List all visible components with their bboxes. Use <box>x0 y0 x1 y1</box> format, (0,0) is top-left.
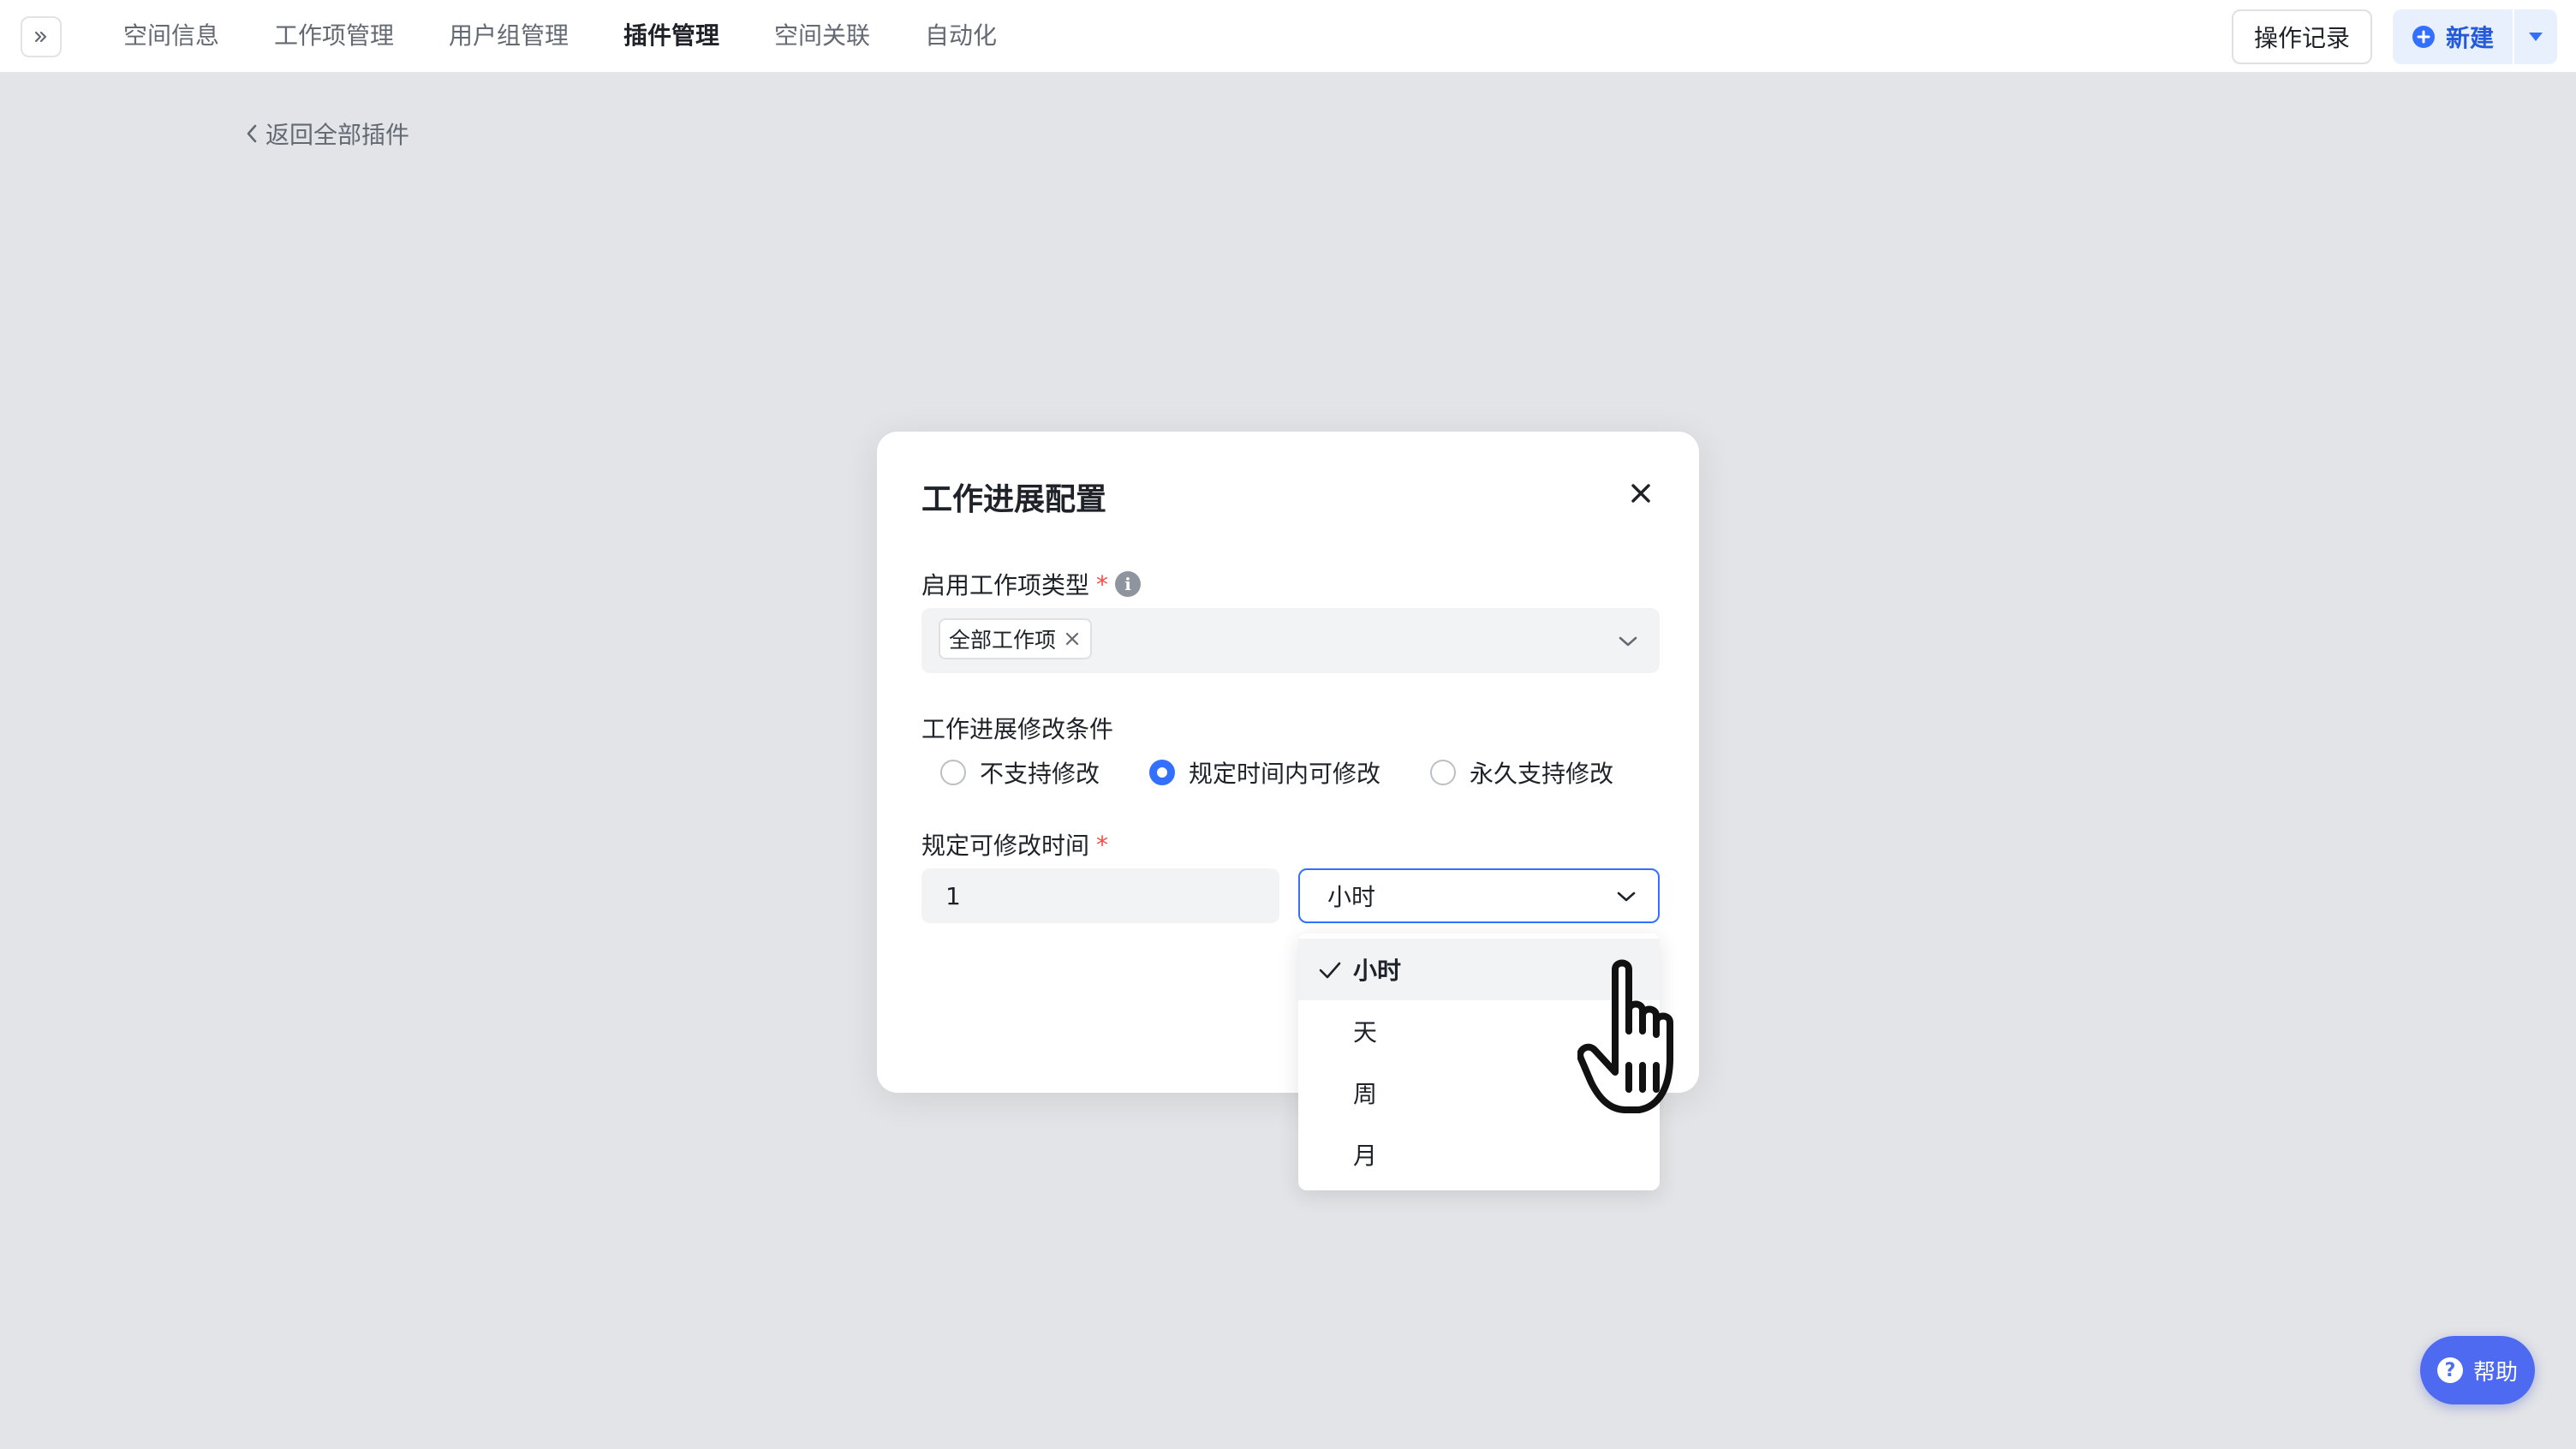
radio-circle-checked <box>1149 760 1175 785</box>
selected-tag: 全部工作项 <box>939 618 1093 659</box>
modify-time-label: 规定可修改时间 * <box>921 827 1108 862</box>
chevron-down-icon <box>1615 886 1637 908</box>
chevron-left-icon <box>247 124 257 143</box>
radio-not-modifiable[interactable]: 不支持修改 <box>940 754 1100 791</box>
plus-circle-icon <box>2412 26 2435 48</box>
modify-time-label-text: 规定可修改时间 <box>921 832 1090 860</box>
modify-condition-radio-group: 不支持修改 规定时间内可修改 永久支持修改 <box>918 754 1672 791</box>
question-icon: ? <box>2436 1357 2463 1383</box>
close-button[interactable] <box>1622 474 1660 512</box>
radio-label: 永久支持修改 <box>1470 760 1614 788</box>
required-mark: * <box>1096 830 1109 859</box>
sidebar-expand-button[interactable] <box>21 16 62 57</box>
double-chevron-right-icon <box>34 31 47 43</box>
new-button-label: 新建 <box>2445 24 2494 52</box>
radio-circle <box>940 760 966 785</box>
option-label: 周 <box>1353 1080 1378 1108</box>
tab-automation[interactable]: 自动化 <box>925 19 997 53</box>
work-item-type-select[interactable]: 全部工作项 <box>921 608 1660 673</box>
caret-down-icon <box>2529 33 2543 41</box>
enable-type-label-text: 启用工作项类型 <box>921 571 1090 599</box>
option-label: 小时 <box>1353 957 1402 985</box>
tab-space-info[interactable]: 空间信息 <box>123 19 219 53</box>
tag-remove-icon[interactable] <box>1064 631 1080 647</box>
option-label: 天 <box>1353 1018 1378 1046</box>
dropdown-option-month[interactable]: 月 <box>1298 1124 1660 1185</box>
modify-condition-label: 工作进展修改条件 <box>921 711 1113 745</box>
radio-always-modifiable[interactable]: 永久支持修改 <box>1430 754 1613 791</box>
option-label: 月 <box>1353 1142 1378 1170</box>
radio-modifiable-within-time[interactable]: 规定时间内可修改 <box>1149 754 1380 791</box>
help-button[interactable]: ? 帮助 <box>2420 1336 2535 1404</box>
tab-user-group-management[interactable]: 用户组管理 <box>449 19 569 53</box>
required-mark: * <box>1096 569 1109 599</box>
help-label: 帮助 <box>2472 1359 2518 1386</box>
radio-label: 不支持修改 <box>980 760 1100 788</box>
tag-label: 全部工作项 <box>949 628 1057 653</box>
back-link-label: 返回全部插件 <box>265 121 410 149</box>
new-dropdown-button[interactable] <box>2514 9 2557 64</box>
time-unit-value: 小时 <box>1327 883 1376 911</box>
tab-work-item-management[interactable]: 工作项管理 <box>274 19 394 53</box>
operation-record-button[interactable]: 操作记录 <box>2232 9 2372 64</box>
tab-space-association[interactable]: 空间关联 <box>774 19 870 53</box>
radio-label: 规定时间内可修改 <box>1189 760 1381 788</box>
dialog-title: 工作进展配置 <box>921 482 1107 517</box>
time-unit-select[interactable]: 小时 <box>1298 868 1660 923</box>
enable-type-label: 启用工作项类型 * i <box>921 567 1142 601</box>
modify-condition-label-text: 工作进展修改条件 <box>921 715 1114 743</box>
hand-pointer-cursor-icon <box>1577 959 1673 1113</box>
tab-plugin-management[interactable]: 插件管理 <box>623 19 719 53</box>
check-icon <box>1319 962 1341 979</box>
chevron-down-icon <box>1617 630 1639 653</box>
info-icon[interactable]: i <box>1115 571 1142 597</box>
radio-circle <box>1430 760 1456 785</box>
close-icon <box>1631 484 1650 503</box>
top-bar: 空间信息 工作项管理 用户组管理 插件管理 空间关联 自动化 操作记录 新建 <box>0 0 2576 74</box>
new-button[interactable]: 新建 <box>2393 9 2513 64</box>
back-to-all-plugins-link[interactable]: 返回全部插件 <box>243 116 409 151</box>
modify-time-value-input[interactable]: 1 <box>921 868 1279 923</box>
